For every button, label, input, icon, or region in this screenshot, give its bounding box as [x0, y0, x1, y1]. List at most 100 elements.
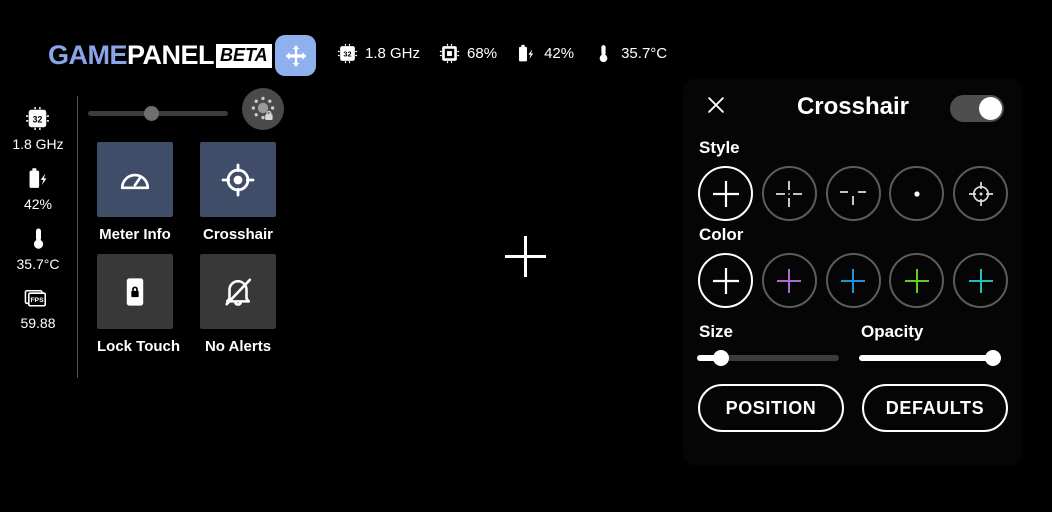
quick-tiles-grid: Meter Info Crosshair Lock Touch No Alert…	[97, 142, 287, 366]
cpu-chip-icon: 32	[337, 43, 358, 64]
crosshair-preview[interactable]	[505, 236, 546, 277]
app-logo: GAME PANEL BETA	[48, 40, 272, 71]
tile-lock-touch[interactable]	[97, 254, 173, 329]
style-option-dot[interactable]	[889, 166, 945, 221]
style-options-row	[697, 166, 1009, 221]
bell-off-icon	[225, 278, 252, 306]
brightness-lock-icon	[251, 96, 275, 120]
logo-beta-badge: BETA	[216, 43, 272, 68]
color-option-purple[interactable]	[761, 253, 817, 308]
opacity-label: Opacity	[861, 322, 924, 341]
sidebar-item-fps: FPS 59.88	[20, 286, 56, 331]
tile-label-meter-info: Meter Info	[99, 226, 171, 243]
target-icon	[221, 163, 255, 196]
sidebar-battery-value: 42%	[23, 196, 53, 212]
brightness-slider-thumb[interactable]	[144, 105, 159, 121]
size-slider-block: Size	[697, 322, 847, 366]
style-option-plus-cross[interactable]	[698, 166, 753, 221]
plus-cross-icon	[777, 268, 802, 293]
dashed-cross-icon	[776, 180, 803, 207]
opacity-slider[interactable]	[859, 350, 1001, 366]
opacity-slider-thumb[interactable]	[985, 350, 1001, 366]
crosshair-settings-panel: Crosshair Style Color Size Opacity POSIT…	[683, 78, 1023, 466]
plus-cross-icon	[712, 267, 739, 294]
sidebar-item-temperature: 35.7°C	[16, 226, 60, 272]
color-option-green[interactable]	[889, 253, 945, 308]
fps-icon: FPS	[25, 289, 47, 307]
size-slider-thumb[interactable]	[713, 350, 729, 366]
sidebar-cpu-value: 1.8 GHz	[12, 136, 64, 152]
plus-cross-icon	[904, 268, 929, 293]
sidebar-item-cpu: 32 1.8 GHz	[12, 106, 64, 152]
brightness-slider[interactable]	[88, 105, 228, 121]
defaults-button[interactable]: DEFAULTS	[862, 384, 1008, 432]
tile-cell-no-alerts: No Alerts	[200, 254, 276, 366]
style-option-scope-circle-cross[interactable]	[953, 166, 1008, 221]
tile-cell-crosshair: Crosshair	[200, 142, 276, 254]
sidebar-divider	[77, 96, 78, 378]
tile-crosshair[interactable]	[200, 142, 276, 217]
style-option-gap-cross[interactable]	[825, 166, 881, 221]
cpu-chip-icon: 32	[26, 107, 50, 130]
thermometer-icon	[33, 228, 43, 249]
color-option-teal[interactable]	[953, 253, 1008, 308]
stat-cpu-freq-value: 1.8 GHz	[365, 45, 421, 62]
scope-circle-cross-icon	[968, 181, 993, 206]
crosshair-preview-horizontal	[505, 255, 546, 258]
color-option-blue[interactable]	[825, 253, 881, 308]
svg-text:32: 32	[343, 50, 351, 59]
thermometer-icon	[599, 45, 608, 63]
style-section-label: Style	[699, 138, 740, 157]
sidebar-fps-value: 59.88	[20, 315, 56, 331]
position-button[interactable]: POSITION	[698, 384, 844, 432]
tile-row: Meter Info Crosshair	[97, 142, 287, 254]
stat-battery: 42%	[516, 43, 574, 64]
stat-temperature-value: 35.7°C	[621, 45, 668, 62]
opacity-slider-fill	[859, 355, 1001, 361]
memory-chip-icon	[439, 43, 460, 64]
brightness-lock-button[interactable]	[242, 88, 284, 130]
svg-text:32: 32	[33, 114, 43, 124]
tile-cell-meter-info: Meter Info	[97, 142, 173, 254]
stat-temperature: 35.7°C	[593, 43, 667, 64]
tile-label-crosshair: Crosshair	[202, 226, 274, 243]
plus-cross-icon	[712, 180, 739, 207]
phone-lock-icon	[126, 277, 144, 306]
tile-label-no-alerts: No Alerts	[204, 338, 272, 355]
crosshair-action-buttons: POSITION DEFAULTS	[697, 384, 1009, 432]
color-option-white[interactable]	[698, 253, 753, 308]
battery-charging-icon	[519, 44, 534, 62]
plus-cross-icon	[841, 268, 865, 293]
tile-no-alerts[interactable]	[200, 254, 276, 329]
stat-battery-value: 42%	[544, 45, 575, 62]
tile-meter-info[interactable]	[97, 142, 173, 217]
sidebar-item-battery: 42%	[24, 166, 52, 212]
logo-panel-text: PANEL	[127, 40, 215, 70]
speedometer-icon	[120, 173, 150, 189]
crosshair-enable-toggle[interactable]	[950, 95, 1004, 122]
gap-cross-icon	[840, 190, 866, 205]
size-label: Size	[699, 322, 734, 341]
size-opacity-sliders: Size Opacity	[697, 322, 1009, 366]
metrics-sidebar: 32 1.8 GHz 42% 35.7°C FPS 59.88	[0, 96, 76, 386]
sidebar-temperature-value: 35.7°C	[16, 256, 60, 272]
tile-row: Lock Touch No Alerts	[97, 254, 287, 366]
move-panel-button[interactable]	[275, 35, 316, 76]
tile-cell-lock-touch: Lock Touch	[97, 254, 181, 366]
stat-cpu-freq: 32 1.8 GHz	[337, 43, 420, 64]
toggle-knob	[979, 97, 1002, 120]
color-section-label: Color	[699, 225, 744, 244]
battery-charging-icon	[29, 168, 47, 188]
stat-memory-value: 68%	[467, 45, 498, 62]
style-option-dashed-cross[interactable]	[761, 166, 817, 221]
svg-text:FPS: FPS	[31, 297, 45, 304]
plus-cross-icon	[968, 268, 993, 293]
crosshair-panel-header: Crosshair	[697, 78, 1009, 134]
status-stats: 32 1.8 GHz 68% 42% 35.7°C	[337, 43, 676, 64]
move-arrows-icon	[285, 44, 306, 67]
logo-game-text: GAME	[48, 40, 128, 70]
size-slider[interactable]	[697, 350, 839, 366]
opacity-slider-block: Opacity	[847, 322, 1009, 366]
color-options-row	[697, 253, 1009, 308]
tile-label-lock-touch: Lock Touch	[97, 338, 181, 355]
